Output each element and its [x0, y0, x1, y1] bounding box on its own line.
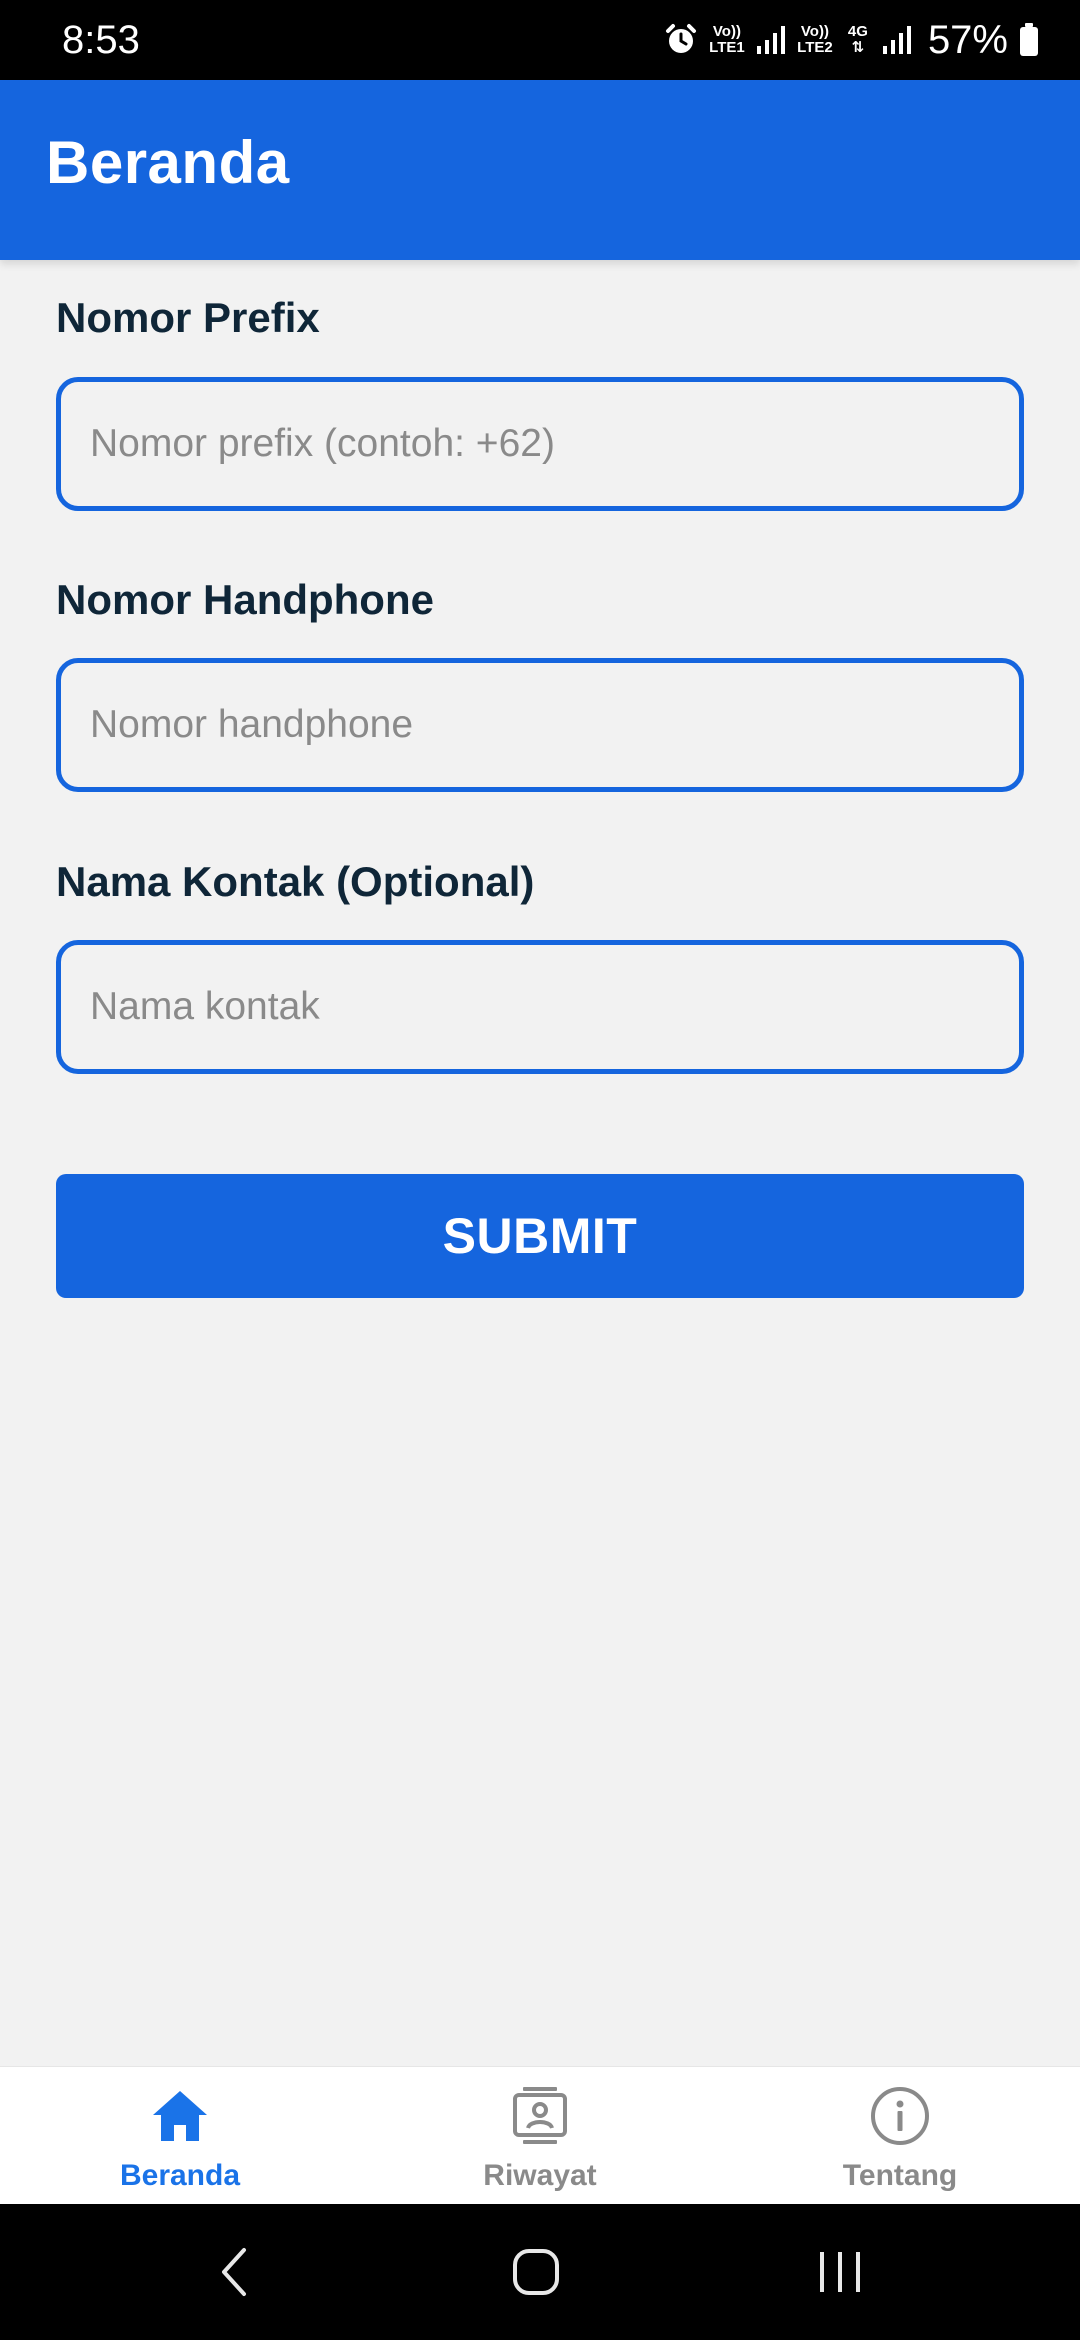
nav-item-beranda[interactable]: Beranda [0, 2067, 360, 2204]
app-bar: Beranda [0, 80, 1080, 260]
phone-input[interactable] [56, 658, 1024, 792]
battery-percent: 57% [927, 17, 1008, 62]
prefix-input[interactable] [56, 377, 1024, 511]
home-circle-icon[interactable] [506, 2242, 566, 2302]
nav-label-beranda: Beranda [119, 2159, 241, 2192]
page-title: Beranda [46, 129, 290, 196]
submit-button[interactable]: SUBMIT [56, 1174, 1024, 1298]
nav-item-riwayat[interactable]: Riwayat [360, 2067, 720, 2204]
nav-item-tentang[interactable]: Tentang [720, 2067, 1080, 2204]
system-nav-bar [0, 2204, 1080, 2340]
signal-icon [756, 26, 785, 54]
battery-icon [1020, 23, 1038, 56]
alarm-icon [665, 24, 696, 53]
phone-label: Nomor Handphone [56, 576, 434, 623]
contact-card-icon [513, 2087, 567, 2144]
signal-icon [882, 26, 911, 54]
nav-label-riwayat: Riwayat [483, 2159, 597, 2192]
contact-name-label: Nama Kontak (Optional) [56, 858, 535, 905]
contact-name-input[interactable] [56, 940, 1024, 1074]
status-icons: Vo)) LTE1 Vo)) LTE2 4G ⇅ 57% [664, 14, 1040, 66]
sim2-label: Vo)) LTE2 [797, 23, 833, 56]
home-icon [153, 2091, 207, 2141]
status-time: 8:53 [62, 18, 140, 62]
prefix-label: Nomor Prefix [56, 294, 320, 341]
sim1-label: Vo)) LTE1 [709, 23, 745, 56]
back-icon[interactable] [206, 2242, 266, 2302]
nav-label-tentang: Tentang [842, 2159, 958, 2192]
status-bar: 8:53 Vo)) LTE1 Vo)) LTE2 4G ⇅ 57% [0, 0, 1080, 80]
recents-icon[interactable] [810, 2242, 870, 2302]
info-icon [871, 2087, 929, 2145]
network-type-label: 4G ⇅ [847, 23, 868, 56]
bottom-nav: Beranda Riwayat Tentang [0, 2066, 1080, 2204]
